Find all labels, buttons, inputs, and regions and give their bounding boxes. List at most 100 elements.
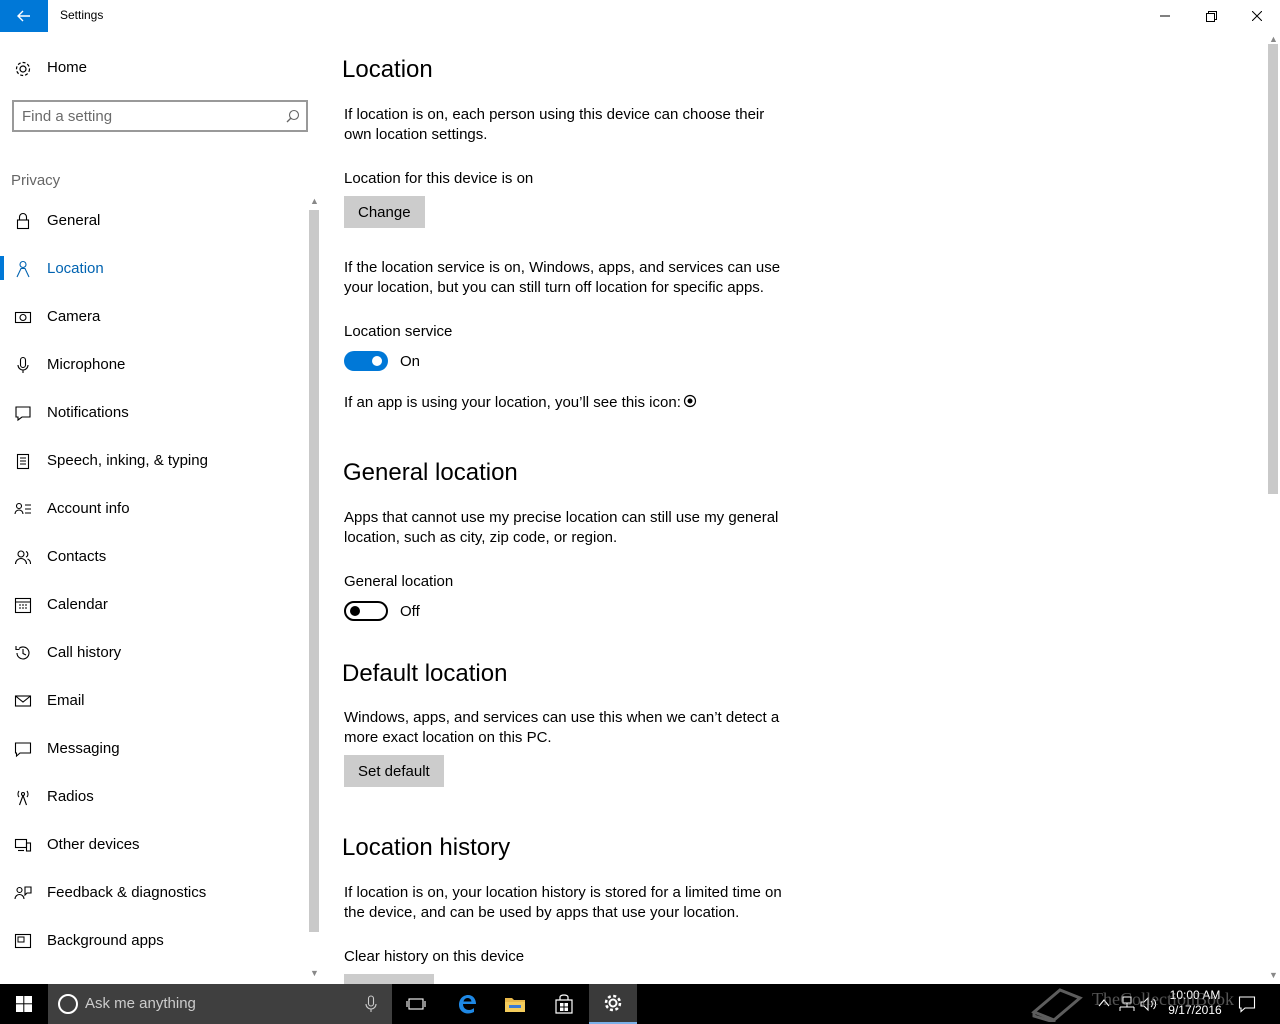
search-icon <box>286 109 300 123</box>
main-content: Location If location is on, each person … <box>320 32 1266 984</box>
start-button[interactable] <box>0 984 48 1024</box>
sidebar-item-label: Other devices <box>47 836 140 853</box>
device-location-status: Location for this device is on <box>344 170 534 187</box>
sidebar-item-label: Camera <box>47 308 101 325</box>
task-view-icon <box>406 998 426 1010</box>
sidebar-item-calendar[interactable]: Calendar <box>0 580 306 628</box>
location-person-icon <box>16 260 30 278</box>
sidebar-item-label: Account info <box>47 500 130 517</box>
scroll-down-icon[interactable]: ▼ <box>1269 970 1278 980</box>
watermark-text: TheCollectionBook <box>1092 989 1234 1009</box>
account-info-icon <box>14 502 31 515</box>
close-button[interactable] <box>1234 0 1280 32</box>
microphone-icon[interactable] <box>364 995 378 1013</box>
sidebar-item-call-history[interactable]: Call history <box>0 628 306 676</box>
restore-button[interactable] <box>1188 0 1234 32</box>
main-scrollbar[interactable]: ▲ ▼ <box>1266 32 1280 984</box>
location-in-use-icon <box>683 394 697 408</box>
settings-search-input[interactable] <box>22 107 272 125</box>
set-default-button[interactable]: Set default <box>344 755 444 787</box>
sidebar-item-label: Background apps <box>47 932 164 949</box>
change-button[interactable]: Change <box>344 196 425 228</box>
sidebar-item-label: Contacts <box>47 548 107 565</box>
sidebar-item-speech[interactable]: Speech, inking, & typing <box>0 436 306 484</box>
cortana-icon <box>58 994 78 1014</box>
sidebar-item-feedback[interactable]: Feedback & diagnostics <box>0 868 306 916</box>
general-location-toggle[interactable] <box>344 601 388 621</box>
gear-icon <box>15 61 31 77</box>
edge-button[interactable] <box>443 984 491 1024</box>
location-service-label: Location service <box>344 323 453 340</box>
sidebar-item-contacts[interactable]: Contacts <box>0 532 306 580</box>
toggle-knob <box>372 356 382 366</box>
default-location-description: Windows, apps, and services can use this… <box>344 709 780 746</box>
sidebar-item-location[interactable]: Location <box>0 244 306 292</box>
sidebar-item-camera[interactable]: Camera <box>0 292 306 340</box>
title-bar: Settings <box>0 0 1280 32</box>
window-title: Settings <box>60 8 104 22</box>
settings-search[interactable] <box>12 100 308 132</box>
minimize-button[interactable] <box>1142 0 1188 32</box>
history-icon <box>15 646 30 660</box>
back-button[interactable] <box>0 0 48 32</box>
store-button[interactable] <box>540 984 588 1024</box>
general-location-label: General location <box>344 573 454 590</box>
main-scroll-thumb[interactable] <box>1268 44 1278 494</box>
gear-icon <box>604 994 622 1012</box>
sidebar-item-notifications[interactable]: Notifications <box>0 388 306 436</box>
sidebar-item-messaging[interactable]: Messaging <box>0 724 306 772</box>
clear-button[interactable] <box>344 974 434 984</box>
selection-indicator <box>0 256 4 280</box>
sidebar-item-label: Call history <box>47 644 122 661</box>
sidebar-item-label: Messaging <box>47 740 120 757</box>
task-view-button[interactable] <box>392 984 440 1024</box>
sidebar-item-account-info[interactable]: Account info <box>0 484 306 532</box>
general-location-description: Apps that cannot use my precise location… <box>344 509 779 546</box>
location-service-toggle[interactable] <box>344 351 388 371</box>
close-icon <box>1252 11 1262 21</box>
sidebar-item-label: Feedback & diagnostics <box>47 884 207 901</box>
general-location-heading: General location <box>343 459 518 486</box>
scroll-down-icon[interactable]: ▼ <box>310 968 319 978</box>
sidebar-item-microphone[interactable]: Microphone <box>0 340 306 388</box>
file-explorer-button[interactable] <box>491 984 539 1024</box>
home-label: Home <box>47 59 88 76</box>
devices-icon <box>14 838 32 852</box>
general-location-state: Off <box>400 603 420 620</box>
page-title: Location <box>342 56 433 83</box>
location-history-description: If location is on, your location history… <box>344 884 782 921</box>
scroll-up-icon[interactable]: ▲ <box>310 196 319 206</box>
location-service-state: On <box>400 353 421 370</box>
sidebar-item-label: Radios <box>47 788 94 805</box>
location-history-heading: Location history <box>342 834 511 861</box>
sidebar-item-label: Speech, inking, & typing <box>47 452 208 469</box>
settings-taskbar-button[interactable] <box>589 984 637 1024</box>
scroll-up-icon[interactable]: ▲ <box>1269 34 1278 44</box>
microphone-icon <box>17 356 29 373</box>
sidebar-item-radios[interactable]: Radios <box>0 772 306 820</box>
sidebar-item-general[interactable]: General <box>0 196 306 244</box>
sidebar-item-label: General <box>47 212 101 229</box>
watermark: TheCollectionBook <box>1030 986 1270 1022</box>
message-icon <box>14 742 32 758</box>
sidebar-item-label: Notifications <box>47 404 129 421</box>
book-logo-icon <box>1031 988 1083 1022</box>
sidebar-scrollbar[interactable]: ▲ ▼ <box>308 196 320 984</box>
sidebar-scroll-thumb[interactable] <box>309 210 319 932</box>
cortana-search-box[interactable]: Ask me anything <box>48 984 392 1024</box>
sidebar-item-label: Calendar <box>47 596 108 613</box>
edge-icon <box>459 995 476 1014</box>
feedback-icon <box>14 886 32 900</box>
sidebar-item-other-devices[interactable]: Other devices <box>0 820 306 868</box>
sidebar-item-background-apps[interactable]: Background apps <box>0 916 306 964</box>
location-intro-text: If location is on, each person using thi… <box>344 106 765 143</box>
calendar-icon <box>14 597 32 614</box>
sidebar-item-label: Location <box>47 260 104 277</box>
sidebar-item-label: Email <box>47 692 85 709</box>
home-link[interactable]: Home <box>0 54 320 82</box>
restore-icon <box>1205 10 1217 22</box>
sidebar-item-label: Microphone <box>47 356 126 373</box>
sidebar-item-email[interactable]: Email <box>0 676 306 724</box>
contacts-icon <box>14 550 32 565</box>
privacy-section-label: Privacy <box>11 172 61 189</box>
